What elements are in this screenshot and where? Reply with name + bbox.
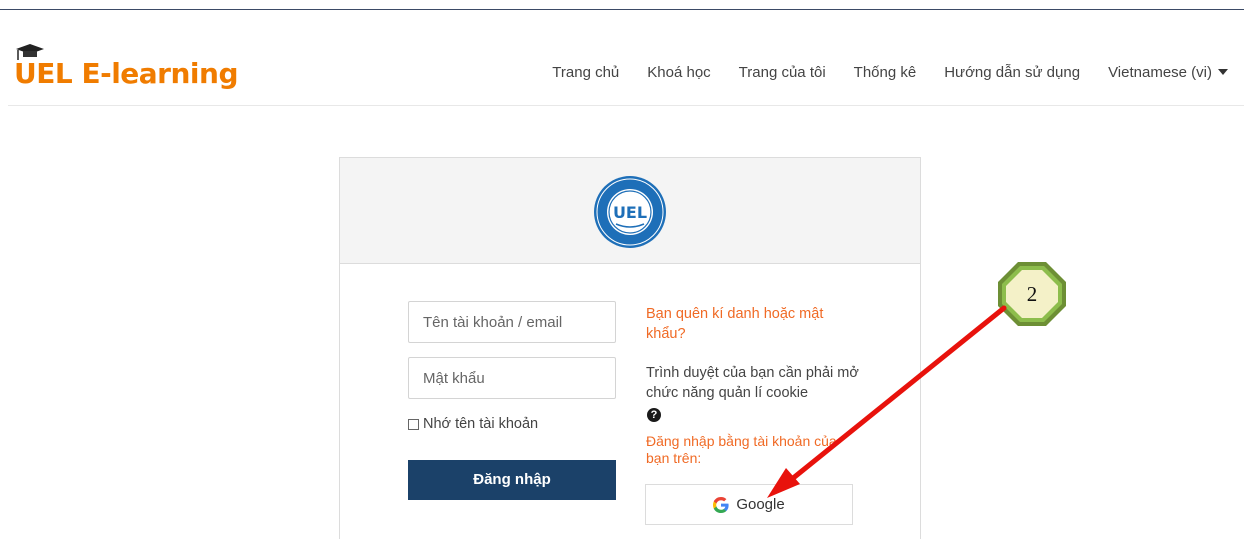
login-card-header: UEL [340, 158, 920, 264]
remember-label: Nhớ tên tài khoản [423, 416, 539, 432]
login-button[interactable]: Đăng nhập [408, 460, 616, 500]
main-nav: Trang chủ Khoá học Trang của tôi Thống k… [552, 64, 1228, 81]
navbar: UEL E-learning Trang chủ Khoá học Trang … [0, 10, 1244, 106]
signin-with-text: Đăng nhập bằng tài khoản của bạn trên: [646, 433, 837, 466]
nav-item-courses[interactable]: Khoá học [647, 64, 710, 81]
logo-text: UEL E-learning [14, 57, 239, 90]
nav-item-statistics[interactable]: Thống kê [854, 64, 917, 81]
caret-down-icon [1218, 69, 1228, 75]
question-circle-icon[interactable]: ? [647, 408, 661, 422]
remember-username[interactable]: Nhớ tên tài khoản [408, 416, 538, 432]
site-logo[interactable]: UEL E-learning [14, 44, 239, 90]
password-input[interactable] [408, 357, 616, 399]
language-label: Vietnamese (vi) [1108, 64, 1212, 81]
google-login-button[interactable]: Google [645, 484, 853, 525]
google-g-icon [713, 496, 729, 513]
nav-item-my-page[interactable]: Trang của tôi [739, 64, 826, 81]
uel-seal-logo: UEL [594, 176, 666, 248]
login-card: UEL Nhớ tên tài khoản Đăng nhập Bạn quên… [339, 157, 921, 539]
language-selector[interactable]: Vietnamese (vi) [1108, 64, 1228, 81]
remember-checkbox[interactable] [408, 418, 419, 430]
nav-divider [8, 105, 1244, 106]
username-input[interactable] [408, 301, 616, 343]
step-badge: 2 [998, 262, 1066, 326]
step-number: 2 [1027, 282, 1038, 306]
google-label: Google [736, 496, 785, 513]
seal-text: UEL [613, 203, 647, 222]
nav-item-home[interactable]: Trang chủ [552, 64, 619, 81]
graduation-cap-icon [16, 44, 44, 60]
nav-item-user-guide[interactable]: Hướng dẫn sử dụng [944, 64, 1080, 81]
cookie-note: Trình duyệt của bạn cần phải mở chức năn… [646, 365, 859, 401]
forgot-password-link[interactable]: Bạn quên kí danh hoặc mật khẩu? [646, 304, 856, 344]
